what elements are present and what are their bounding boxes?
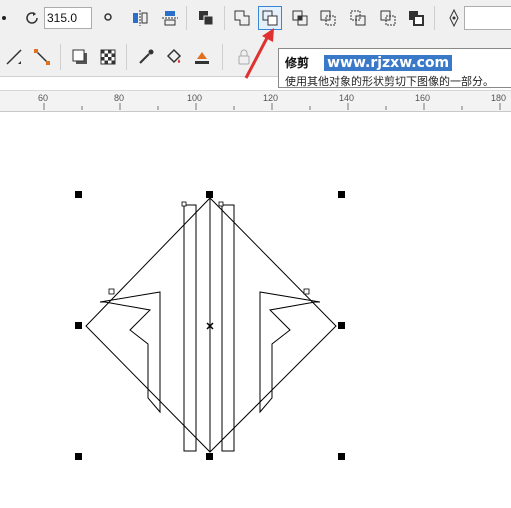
selection-handle-bottom[interactable] (206, 453, 213, 460)
trim-icon (262, 10, 278, 26)
small-circle-icon (96, 5, 120, 29)
trim-tooltip: 修剪 www.rjzxw.com 使用其他对象的形状剪切下图像的一部分。 (278, 48, 511, 88)
separator (434, 6, 435, 30)
selection-handle-top-left[interactable] (75, 191, 82, 198)
ruler-label: 180 (491, 93, 507, 103)
intersect-icon[interactable] (288, 6, 312, 30)
separator (60, 44, 61, 70)
node-handle (108, 288, 115, 295)
back-minus-front-icon[interactable] (376, 6, 400, 30)
selection-handle-top-right[interactable] (338, 191, 345, 198)
separator (126, 44, 127, 70)
drop-shadow-icon[interactable] (68, 45, 92, 69)
eyedropper-icon[interactable] (134, 45, 158, 69)
ruler-label: 80 (114, 93, 125, 103)
drawing-canvas[interactable] (0, 111, 511, 508)
ruler-label: 160 (415, 93, 431, 103)
separator (222, 44, 223, 70)
tooltip-description: 使用其他对象的形状剪切下图像的一部分。 (285, 75, 494, 88)
selection-handle-top[interactable] (206, 191, 213, 198)
left-bracket (99, 291, 161, 414)
selection-handle-bottom-left[interactable] (75, 453, 82, 460)
line-tool-icon[interactable] (2, 45, 26, 69)
arrange-icon[interactable] (194, 6, 218, 30)
connector-icon[interactable] (30, 45, 54, 69)
left-bar (183, 204, 197, 452)
node-handle (303, 288, 310, 295)
right-bracket (259, 291, 321, 414)
ruler-label: 140 (339, 93, 355, 103)
ruler-label: 60 (38, 93, 49, 103)
transparency-icon[interactable] (96, 45, 120, 69)
right-bar (221, 204, 235, 452)
watermark-url: www.rjzxw.com (324, 55, 453, 71)
tooltip-title: 修剪 (285, 56, 310, 70)
rotation-angle-input[interactable] (44, 7, 92, 29)
separator (186, 6, 187, 30)
annotation-arrow (244, 28, 274, 79)
boundary-icon[interactable] (404, 6, 428, 30)
mirror-horizontal-icon[interactable] (128, 6, 152, 30)
node-handle (218, 201, 224, 207)
ruler-ticks (43, 103, 501, 110)
front-minus-back-icon[interactable] (346, 6, 370, 30)
simplify-icon[interactable] (316, 6, 340, 30)
pen-nib-icon[interactable] (442, 6, 466, 30)
selection-handle-left[interactable] (75, 322, 82, 329)
selection-handle-bottom-right[interactable] (338, 453, 345, 460)
selection-handle-right[interactable] (338, 322, 345, 329)
outline-width-input[interactable] (464, 6, 511, 30)
ruler-label: 100 (187, 93, 203, 103)
separator (224, 6, 225, 30)
interactive-fill-icon[interactable] (190, 45, 214, 69)
ruler-label: 120 (263, 93, 279, 103)
node-handle (181, 201, 187, 207)
partial-icon[interactable] (0, 6, 18, 30)
rotate-icon (20, 6, 44, 30)
fill-icon[interactable] (162, 45, 186, 69)
mirror-vertical-icon[interactable] (158, 6, 182, 30)
